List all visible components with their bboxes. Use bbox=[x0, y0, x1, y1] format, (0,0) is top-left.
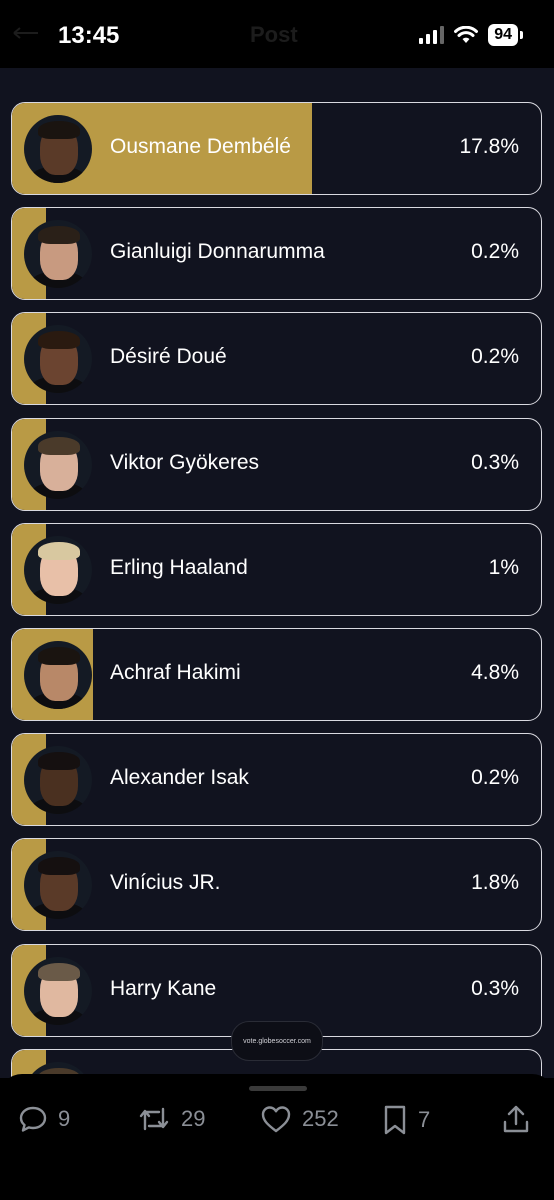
poll-option: Vinícius JR. 1.8% bbox=[11, 838, 542, 932]
player-avatar bbox=[24, 746, 92, 815]
player-avatar bbox=[24, 851, 92, 920]
player-name: Achraf Hakimi bbox=[110, 661, 241, 684]
page-title: Post bbox=[250, 22, 298, 47]
player-avatar bbox=[24, 325, 92, 394]
post-action-bar: 9 29 252 7 bbox=[0, 1074, 554, 1200]
player-name: Alexander Isak bbox=[110, 766, 249, 790]
status-icons: 94 bbox=[419, 24, 523, 46]
repost-count: 29 bbox=[181, 1106, 206, 1131]
player-avatar bbox=[24, 641, 92, 709]
player-avatar bbox=[24, 535, 92, 604]
back-arrow-icon[interactable] bbox=[12, 26, 40, 40]
reply-button[interactable]: 9 bbox=[18, 1104, 70, 1134]
battery-indicator: 94 bbox=[488, 24, 523, 46]
player-avatar bbox=[24, 430, 92, 499]
status-time: 13:45 bbox=[58, 22, 120, 49]
vote-percentage: 17.8% bbox=[459, 135, 519, 158]
player-name: Gianluigi Donnarumma bbox=[110, 240, 325, 264]
player-name: Erling Haaland bbox=[110, 555, 248, 579]
vote-percentage: 0.2% bbox=[471, 240, 519, 264]
bookmark-count: 7 bbox=[418, 1107, 431, 1132]
poll-option: Alexander Isak 0.2% bbox=[11, 733, 542, 827]
player-name: Harry Kane bbox=[110, 976, 217, 1000]
poll-option: Viktor Gyökeres 0.3% bbox=[11, 417, 542, 511]
bookmark-button[interactable]: 7 bbox=[382, 1104, 430, 1136]
repost-icon bbox=[139, 1107, 169, 1131]
poll-option: Gianluigi Donnarumma 0.2% bbox=[11, 207, 542, 301]
wifi-icon bbox=[454, 26, 479, 43]
post-media[interactable]: Ousmane Dembélé 17.8% Gianluigi Donnarumma… bbox=[0, 68, 554, 1078]
heart-icon bbox=[261, 1106, 291, 1133]
like-button[interactable]: 252 bbox=[260, 1104, 339, 1134]
vote-percentage: 0.3% bbox=[471, 976, 519, 1000]
player-name: Ousmane Dembélé bbox=[110, 135, 291, 158]
vote-percentage: 1.8% bbox=[471, 871, 519, 895]
reply-count: 9 bbox=[58, 1106, 71, 1131]
player-name: Désiré Doué bbox=[110, 345, 227, 369]
drag-handle[interactable] bbox=[249, 1086, 307, 1091]
poll-option: Erling Haaland 1% bbox=[11, 522, 542, 616]
watermark: vote.globesoccer.com bbox=[231, 1021, 323, 1061]
player-avatar bbox=[24, 956, 92, 1025]
vote-percentage: 0.2% bbox=[471, 345, 519, 369]
share-button[interactable] bbox=[502, 1104, 530, 1134]
vote-percentage: 1% bbox=[488, 555, 519, 579]
repost-button[interactable]: 29 bbox=[137, 1104, 205, 1134]
poll-option: Ousmane Dembélé 17.8% bbox=[11, 102, 542, 195]
poll-option: Achraf Hakimi 4.8% bbox=[11, 628, 542, 721]
player-name: Vinícius JR. bbox=[110, 871, 221, 895]
player-avatar bbox=[24, 115, 92, 183]
vote-percentage: 0.3% bbox=[471, 450, 519, 474]
like-count: 252 bbox=[302, 1106, 339, 1131]
bookmark-icon bbox=[384, 1105, 406, 1135]
cellular-signal-icon bbox=[419, 26, 445, 44]
player-name: Viktor Gyökeres bbox=[110, 450, 259, 474]
share-icon bbox=[503, 1105, 529, 1133]
vote-percentage: 0.2% bbox=[471, 766, 519, 790]
poll-option: Désiré Doué 0.2% bbox=[11, 312, 542, 406]
player-avatar bbox=[24, 220, 92, 289]
vote-percentage: 4.8% bbox=[471, 661, 519, 684]
status-bar: 13:45 Post 94 bbox=[0, 0, 554, 68]
reply-icon bbox=[19, 1106, 47, 1132]
